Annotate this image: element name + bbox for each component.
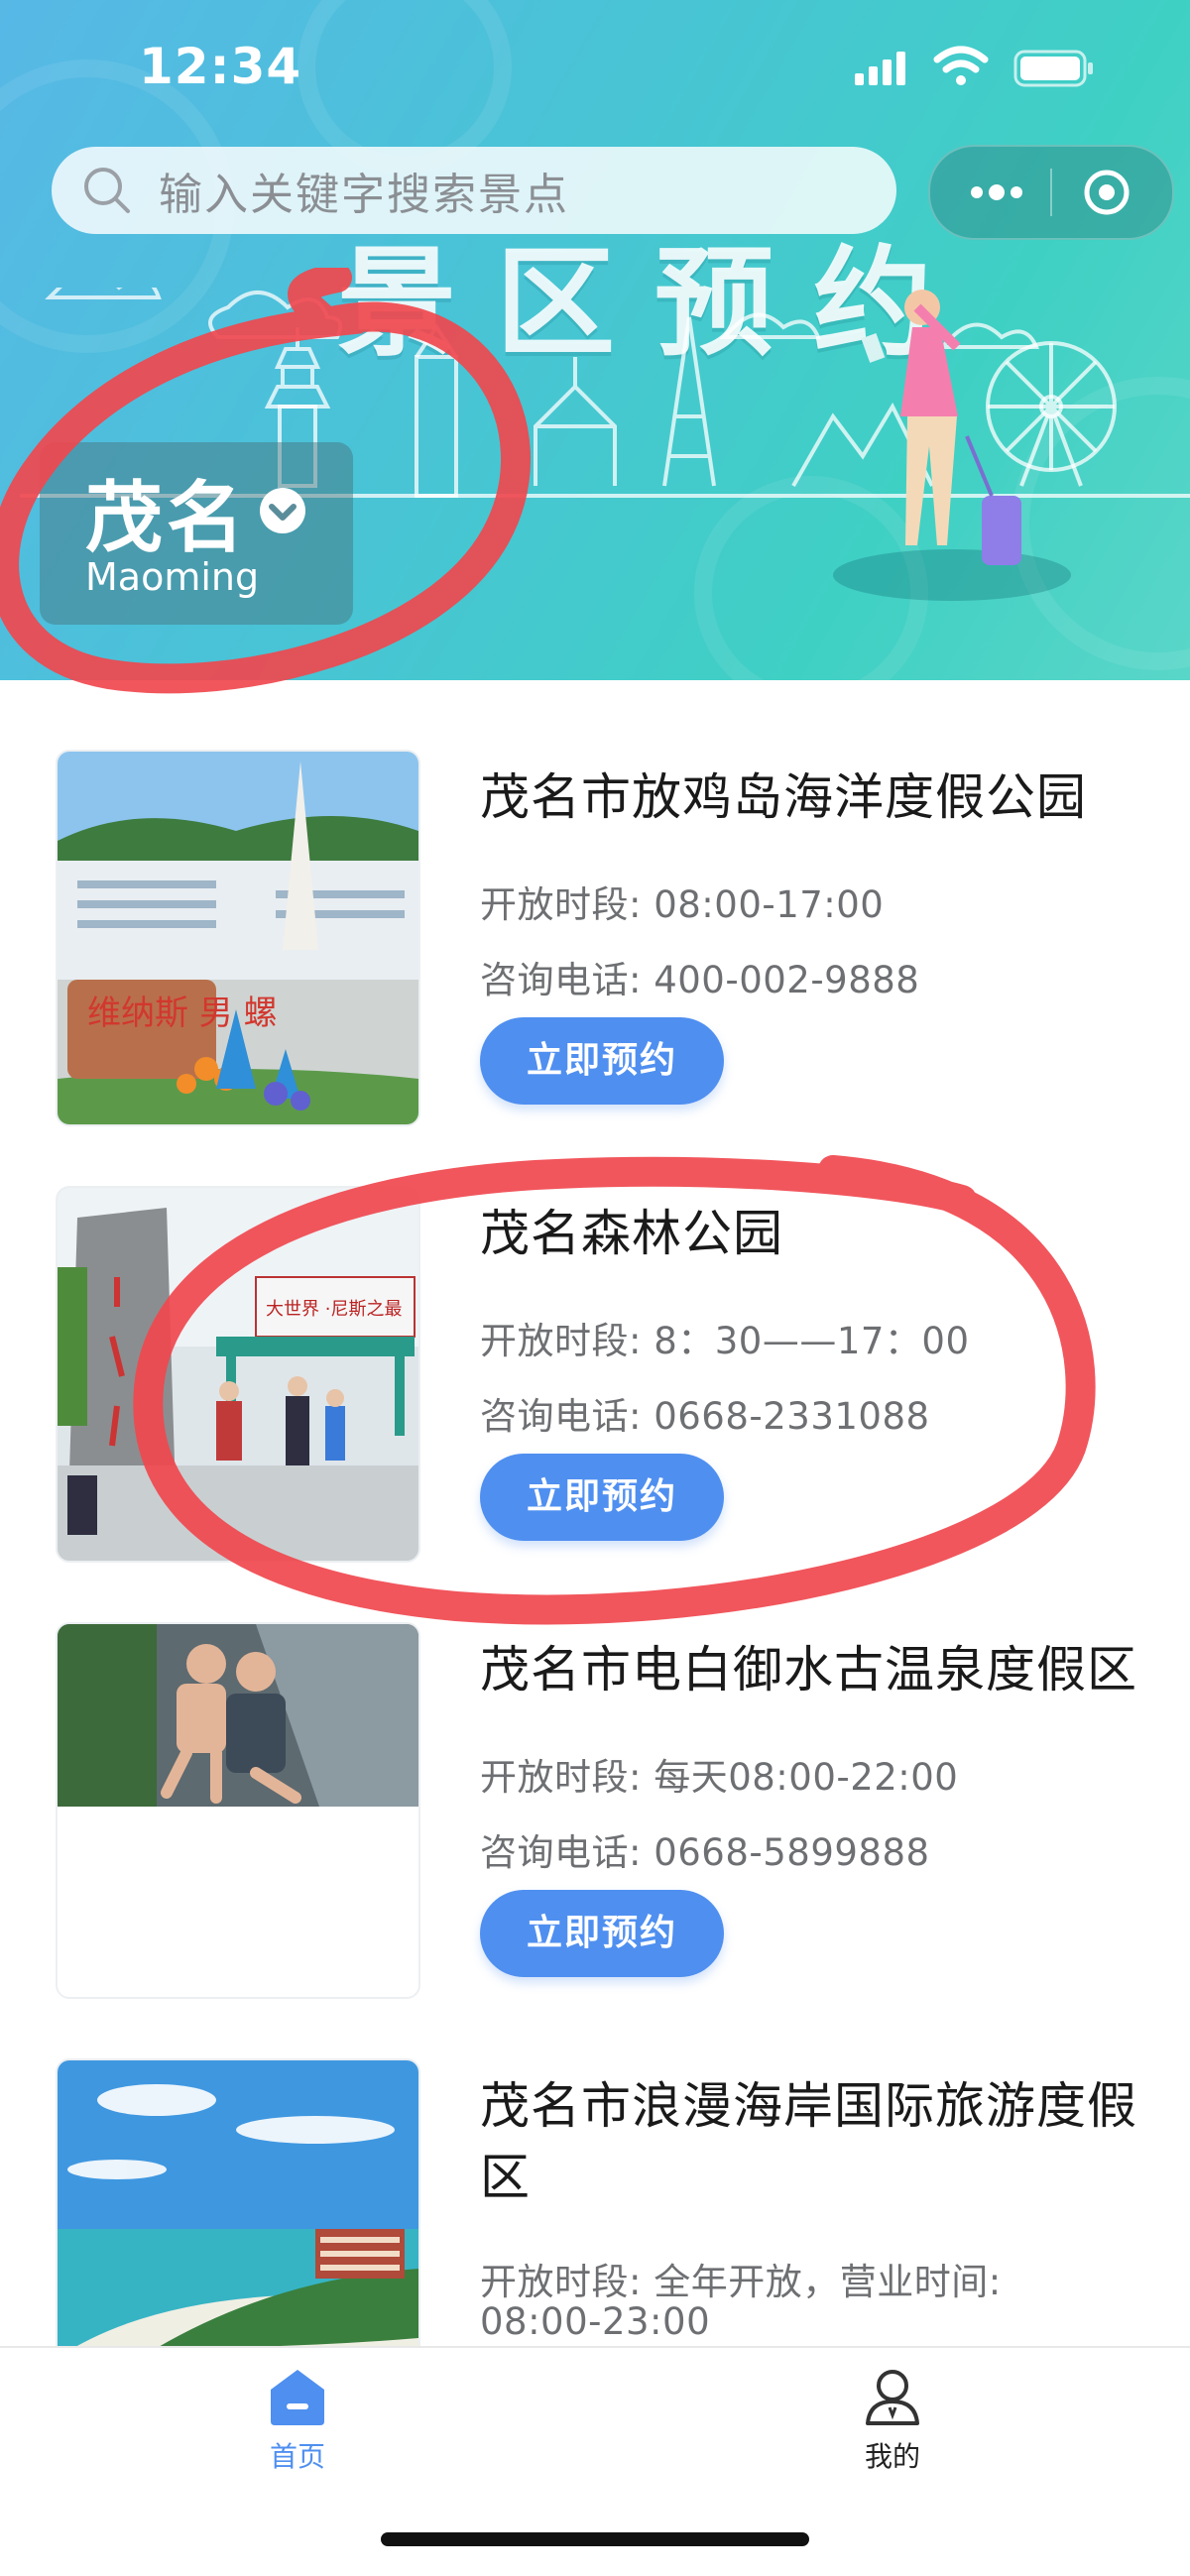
attraction-hours: 开放时段: 8：30——17：00 bbox=[480, 1320, 970, 1362]
list-item[interactable]: 维纳斯 男 螺 茂名市放鸡岛海洋度假公园 开放时段: 08:00-17:00 咨… bbox=[0, 680, 1190, 1126]
home-icon bbox=[271, 2370, 324, 2425]
city-name: 茂名 bbox=[85, 474, 249, 563]
home-indicator bbox=[381, 2532, 809, 2546]
tab-mine-label: 我的 bbox=[864, 2440, 920, 2473]
search-icon bbox=[84, 168, 130, 213]
forest-park-image: 大世界 ·尼斯之最 bbox=[58, 1188, 418, 1561]
book-now-button[interactable]: 立即预约 bbox=[480, 1890, 724, 1977]
list-item[interactable]: 大世界 ·尼斯之最 茂名森林公园 开放时段: 8：30——17：00 咨询电话:… bbox=[0, 1116, 1190, 1563]
close-miniprogram-icon[interactable] bbox=[1081, 167, 1132, 218]
attraction-phone[interactable]: 咨询电话: 0668-5899888 bbox=[480, 1822, 930, 1876]
battery-icon bbox=[1013, 50, 1093, 87]
header-banner: 景区预约 12:34 输入关键字搜索景点 茂名 Maoming bbox=[0, 0, 1190, 680]
search-bar[interactable]: 输入关键字搜索景点 bbox=[52, 147, 896, 234]
book-now-button[interactable]: 立即预约 bbox=[480, 1454, 724, 1541]
status-bar: 12:34 bbox=[0, 0, 1190, 139]
attraction-name[interactable]: 茂名市放鸡岛海洋度假公园 bbox=[480, 761, 1164, 833]
more-icon[interactable] bbox=[968, 176, 1025, 208]
cellular-signal-icon bbox=[855, 52, 905, 85]
attraction-name[interactable]: 茂名森林公园 bbox=[480, 1198, 1164, 1269]
attraction-thumbnail[interactable] bbox=[56, 1622, 420, 1999]
chevron-down-circle-icon bbox=[260, 488, 305, 533]
attraction-hours: 开放时段: 全年开放，营业时间: 08:00-23:00 bbox=[480, 2261, 1002, 2343]
status-time: 12:34 bbox=[139, 38, 302, 95]
capsule-divider bbox=[1050, 169, 1052, 216]
book-now-button[interactable]: 立即预约 bbox=[480, 1017, 724, 1105]
wifi-icon bbox=[933, 46, 989, 85]
island-resort-image: 维纳斯 男 螺 bbox=[58, 752, 418, 1124]
city-name-english: Maoming bbox=[85, 555, 260, 599]
tab-home[interactable]: 首页 bbox=[198, 2366, 397, 2485]
attraction-name[interactable]: 茂名市电白御水古温泉度假区 bbox=[480, 1634, 1164, 1705]
rock-inscription: 维纳斯 男 螺 bbox=[87, 994, 278, 1033]
attraction-name[interactable]: 茂名市浪漫海岸国际旅游度假区 bbox=[480, 2070, 1164, 2213]
gate-sign-text: 大世界 ·尼斯之最 bbox=[266, 1299, 402, 1320]
attraction-thumbnail[interactable]: 维纳斯 男 螺 bbox=[56, 750, 420, 1126]
city-selector[interactable]: 茂名 Maoming bbox=[40, 442, 353, 625]
tab-home-label: 首页 bbox=[269, 2440, 325, 2473]
tab-mine[interactable]: 我的 bbox=[793, 2366, 992, 2485]
miniprogram-capsule bbox=[928, 145, 1174, 240]
attraction-phone[interactable]: 咨询电话: 400-002-9888 bbox=[480, 950, 919, 1003]
attraction-phone[interactable]: 咨询电话: 0668-2331088 bbox=[480, 1386, 930, 1440]
attraction-hours: 开放时段: 每天08:00-22:00 bbox=[480, 1756, 959, 1799]
user-icon bbox=[866, 2370, 919, 2425]
list-item[interactable]: 茂名市电白御水古温泉度假区 开放时段: 每天08:00-22:00 咨询电话: … bbox=[0, 1553, 1190, 1999]
hot-spring-image bbox=[58, 1624, 418, 1997]
attraction-hours: 开放时段: 08:00-17:00 bbox=[480, 883, 885, 926]
attraction-thumbnail[interactable]: 大世界 ·尼斯之最 bbox=[56, 1186, 420, 1563]
search-placeholder: 输入关键字搜索景点 bbox=[159, 170, 569, 220]
